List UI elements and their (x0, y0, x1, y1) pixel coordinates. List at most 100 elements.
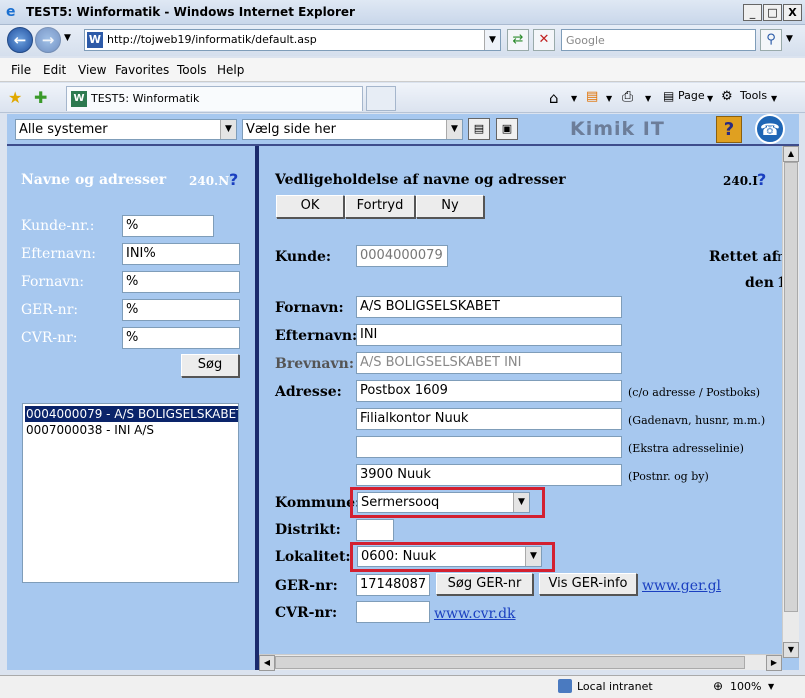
zone-text: Local intranet (577, 680, 653, 693)
chevron-down-icon: ▼ (513, 493, 529, 512)
fornavn-label: Fornavn: (275, 300, 344, 316)
horizontal-scroll-thumb[interactable] (275, 656, 745, 669)
menu-help[interactable]: Help (217, 63, 244, 77)
home-icon[interactable]: ⌂ (549, 89, 559, 107)
ok-button[interactable]: OK (276, 195, 344, 218)
list-item[interactable]: 0007000038 - INI A/S (25, 422, 238, 438)
efternavn-input[interactable]: INI (356, 324, 622, 346)
window-title: TEST5: Winformatik - Windows Internet Ex… (26, 5, 355, 19)
zoom-dropdown-icon[interactable]: ▼ (768, 682, 774, 691)
menu-tools[interactable]: Tools (177, 63, 207, 77)
search-input[interactable]: Google (561, 29, 756, 51)
search-options-icon[interactable]: ▼ (786, 34, 793, 44)
kunde-nr-label: Kunde-nr.: (21, 218, 95, 234)
cvr-link[interactable]: www.cvr.dk (434, 606, 516, 622)
fornavn-search-input[interactable]: % (122, 271, 240, 293)
efternavn-label: Efternavn: (275, 328, 358, 344)
results-listbox[interactable]: 0004000079 - A/S BOLIGSELSKABET 00070000… (22, 403, 239, 583)
page-select-value: Vælg side her (246, 122, 337, 137)
horizontal-scrollbar[interactable]: ◀ ▶ (259, 654, 782, 671)
close-window-button[interactable]: X (783, 4, 802, 21)
phone-icon[interactable]: ☎ (755, 114, 785, 144)
menu-view[interactable]: View (78, 63, 106, 77)
tools-dropdown-icon[interactable]: ▼ (771, 94, 777, 103)
minimize-button[interactable]: _ (743, 4, 762, 21)
home-dropdown-icon[interactable]: ▼ (571, 94, 577, 103)
adresse2-input[interactable]: Filialkontor Nuuk (356, 408, 622, 430)
folder-icon[interactable]: ▣ (496, 118, 518, 140)
address-dropdown-icon[interactable]: ▼ (484, 30, 500, 50)
efternavn-search-input[interactable]: INI% (122, 243, 240, 265)
kommune-label: Kommune: (275, 495, 361, 511)
back-button[interactable]: ← (7, 27, 33, 53)
ger-nr-label: GER-nr: (275, 578, 338, 594)
page-dropdown-icon[interactable]: ▼ (707, 94, 713, 103)
menu-favorites[interactable]: Favorites (115, 63, 169, 77)
ger-nr-search-input[interactable]: % (122, 299, 240, 321)
print-dropdown-icon[interactable]: ▼ (645, 94, 651, 103)
status-bar: Local intranet ⊕ 100% ▼ (0, 675, 805, 698)
fornavn-search-label: Fornavn: (21, 274, 85, 290)
new-tab-button[interactable] (366, 86, 396, 111)
tab-title: TEST5: Winformatik (91, 92, 200, 105)
favorites-star-icon[interactable]: ★ (8, 88, 22, 107)
vis-ger-info-button[interactable]: Vis GER-info (539, 573, 637, 595)
list-item[interactable]: 0004000079 - A/S BOLIGSELSKABET (25, 406, 238, 422)
vertical-scroll-thumb[interactable] (784, 162, 798, 612)
help-question-icon[interactable]: ? (757, 170, 766, 189)
help-question-icon[interactable]: ? (229, 170, 238, 189)
kommune-select-value: Sermersooq (361, 495, 440, 510)
zoom-level[interactable]: 100% (730, 680, 761, 693)
feeds-icon[interactable]: ▤ (586, 89, 598, 104)
scroll-left-icon[interactable]: ◀ (259, 655, 275, 671)
adresse1-input[interactable]: Postbox 1609 (356, 380, 622, 402)
kommune-select[interactable]: Sermersooq ▼ (357, 492, 530, 513)
print-icon[interactable]: ⎙ (622, 89, 633, 105)
kunde-field: 0004000079 (356, 245, 448, 267)
site-favicon-icon: W (87, 32, 103, 48)
browser-tab[interactable]: W TEST5: Winformatik (66, 86, 363, 111)
fornavn-input[interactable]: A/S BOLIGSELSKABET (356, 296, 622, 318)
cvr-nr-search-input[interactable]: % (122, 327, 240, 349)
feeds-dropdown-icon[interactable]: ▼ (606, 94, 612, 103)
page-menu[interactable]: Page (678, 89, 705, 102)
address-input[interactable]: W http://tojweb19/informatik/default.asp… (84, 29, 501, 51)
cvr-nr-input[interactable] (356, 601, 430, 623)
lokalitet-select[interactable]: 0600: Nuuk ▼ (357, 546, 542, 567)
system-select[interactable]: Alle systemer ▼ (15, 119, 237, 140)
menu-file[interactable]: File (11, 63, 31, 77)
search-button[interactable]: ⚲ (760, 29, 782, 51)
kunde-label: Kunde: (275, 249, 332, 265)
ger-link[interactable]: www.ger.gl (642, 578, 721, 594)
page-select[interactable]: Vælg side her ▼ (242, 119, 463, 140)
soeg-ger-button[interactable]: Søg GER-nr (436, 573, 533, 595)
chevron-down-icon: ▼ (525, 547, 541, 566)
help-icon[interactable]: ? (716, 116, 742, 143)
tools-menu[interactable]: Tools (740, 89, 767, 102)
refresh-button[interactable]: ⇄ (507, 29, 529, 51)
scroll-down-icon[interactable]: ▼ (783, 642, 799, 658)
adresse3-input[interactable] (356, 436, 622, 458)
maximize-button[interactable]: □ (763, 4, 782, 21)
list-view-icon[interactable]: ▤ (468, 118, 490, 140)
adresse4-input[interactable]: 3900 Nuuk (356, 464, 622, 486)
stop-button[interactable]: ✕ (533, 29, 555, 51)
menu-edit[interactable]: Edit (43, 63, 66, 77)
form-code: 240.I (723, 174, 758, 188)
history-dropdown-icon[interactable]: ▼ (64, 33, 71, 43)
ger-nr-input[interactable]: 17148087 (356, 574, 430, 596)
scroll-up-icon[interactable]: ▲ (783, 146, 799, 162)
search-button[interactable]: Søg (181, 354, 239, 377)
fortryd-button[interactable]: Fortryd (345, 195, 415, 218)
title-bar: e TEST5: Winformatik - Windows Internet … (0, 0, 805, 25)
ny-button[interactable]: Ny (416, 195, 484, 218)
distrikt-label: Distrikt: (275, 522, 341, 538)
vertical-scrollbar[interactable]: ▲ ▼ (782, 146, 799, 658)
scroll-right-icon[interactable]: ▶ (766, 655, 782, 671)
system-select-value: Alle systemer (19, 122, 108, 137)
lokalitet-label: Lokalitet: (275, 549, 351, 565)
forward-button[interactable]: → (35, 27, 61, 53)
kunde-nr-input[interactable]: % (122, 215, 214, 237)
distrikt-input[interactable] (356, 519, 394, 541)
add-favorite-icon[interactable]: ✚ (34, 88, 47, 107)
